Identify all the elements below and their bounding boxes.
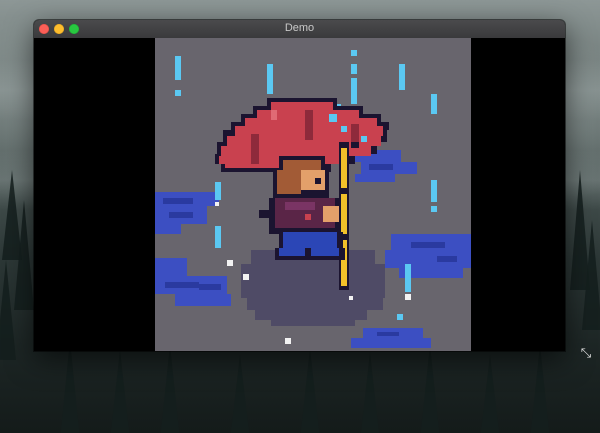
tree: [230, 355, 250, 433]
puddle-right-middle: [385, 234, 471, 278]
tree: [110, 350, 130, 433]
puddle-left-lower: [155, 258, 231, 306]
title-bar[interactable]: Demo: [34, 20, 565, 39]
tree: [420, 345, 440, 433]
ground-shadow: [241, 250, 385, 326]
tree: [0, 260, 16, 360]
tree: [530, 345, 550, 433]
tree: [300, 348, 320, 433]
pixel-art-scene: [155, 50, 471, 348]
resize-icon[interactable]: ⤡: [579, 346, 593, 360]
tree: [360, 352, 380, 433]
game-canvas[interactable]: [155, 38, 471, 351]
tree: [480, 355, 500, 433]
puddle-right-lower: [351, 328, 431, 348]
window-content: [34, 38, 565, 351]
tree: [14, 200, 34, 310]
window-title: Demo: [284, 22, 315, 34]
tree: [582, 220, 600, 330]
app-window: Demo: [34, 20, 565, 351]
puddle-left-upper: [155, 192, 219, 234]
tree: [160, 345, 180, 433]
tree: [60, 340, 80, 433]
